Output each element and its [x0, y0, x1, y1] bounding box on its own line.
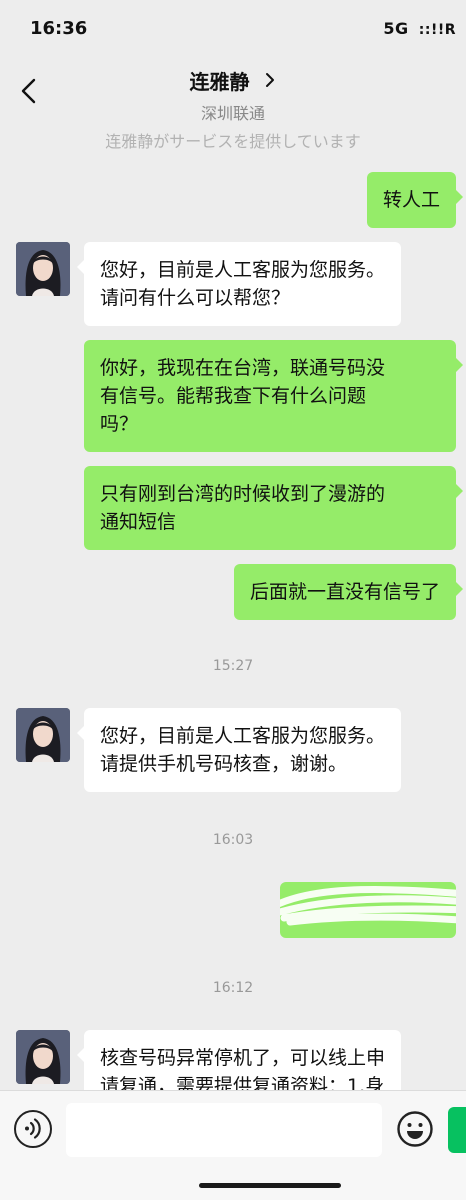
avatar[interactable] [16, 708, 70, 762]
message-bubble-received[interactable]: 核查号码异常停机了，可以线上申 请复通，需要提供复通资料：1.身 [76, 1030, 402, 1090]
timestamp: 16:12 [212, 980, 254, 996]
emoji-icon [397, 1111, 433, 1147]
timestamp: 15:27 [212, 658, 254, 674]
redaction-scribble [280, 886, 456, 926]
message-bubble-sent[interactable]: 后面就一直没有信号了 [233, 564, 464, 620]
voice-button[interactable] [14, 1110, 52, 1148]
message-line: 转人工 [382, 189, 440, 211]
message-line: 吗？ [100, 413, 139, 435]
home-indicator[interactable] [199, 1183, 341, 1188]
service-note: 连雅静がサービスを提供しています [105, 132, 361, 151]
message-input[interactable] [66, 1103, 382, 1157]
message-line: 后面就一直没有信号了 [249, 581, 440, 603]
agent-avatar-image [16, 708, 70, 762]
message-line: 你好，我现在在台湾，联通号码没 [100, 357, 386, 379]
nav-bar: 连雅静 深圳联通 [0, 60, 466, 124]
agent-avatar-image [16, 242, 70, 296]
send-button[interactable] [448, 1107, 466, 1153]
status-time: 16:36 [30, 18, 88, 39]
message-bubble-sent[interactable]: 转人工 [366, 172, 464, 228]
message-line: 您好，目前是人工客服为您服务。 [100, 259, 386, 281]
message-line: 核查号码异常停机了，可以线上申 [100, 1047, 386, 1069]
message-line: 有信号。能帮我查下有什么问题 [100, 385, 367, 407]
chevron-right-icon [264, 70, 276, 94]
message-bubble-redacted[interactable] [280, 882, 456, 938]
chat-area[interactable]: 连雅静がサービスを提供しています 转人工 您好，目前是人工客服为您服务。 请问有… [0, 124, 466, 1090]
message-bubble-received[interactable]: 您好，目前是人工客服为您服务。 请提供手机号码核查，谢谢。 [76, 708, 402, 792]
avatar[interactable] [16, 242, 70, 296]
message-line: 请复通，需要提供复通资料：1.身 [100, 1075, 385, 1090]
message-bubble-received[interactable]: 您好，目前是人工客服为您服务。 请问有什么可以帮您？ [76, 242, 402, 326]
input-bar [0, 1090, 466, 1200]
contact-title[interactable]: 连雅静 [190, 66, 277, 95]
avatar[interactable] [16, 1030, 70, 1084]
contact-name: 连雅静 [189, 70, 250, 94]
message-bubble-sent[interactable]: 你好，我现在在台湾，联通号码没 有信号。能帮我查下有什么问题 吗？ [84, 340, 463, 452]
contact-subtitle: 深圳联通 [200, 104, 265, 123]
status-indicators: 5G ::!!R [383, 19, 456, 38]
message-bubble-sent[interactable]: 只有刚到台湾的时候收到了漫游的 通知短信 [84, 466, 463, 550]
signal-icon: ::!!R [418, 22, 456, 38]
agent-avatar-image [16, 1030, 70, 1084]
message-line: 您好，目前是人工客服为您服务。 [100, 725, 386, 747]
message-line: 请问有什么可以帮您？ [100, 287, 291, 309]
network-type: 5G [383, 19, 409, 38]
status-bar: 16:36 5G ::!!R [0, 0, 466, 60]
message-line: 只有刚到台湾的时候收到了漫游的 [100, 483, 386, 505]
message-line: 通知短信 [100, 511, 177, 533]
voice-icon [25, 1118, 41, 1139]
emoji-button[interactable] [396, 1110, 434, 1148]
timestamp: 16:03 [212, 832, 254, 848]
message-line: 请提供手机号码核查，谢谢。 [100, 753, 348, 775]
